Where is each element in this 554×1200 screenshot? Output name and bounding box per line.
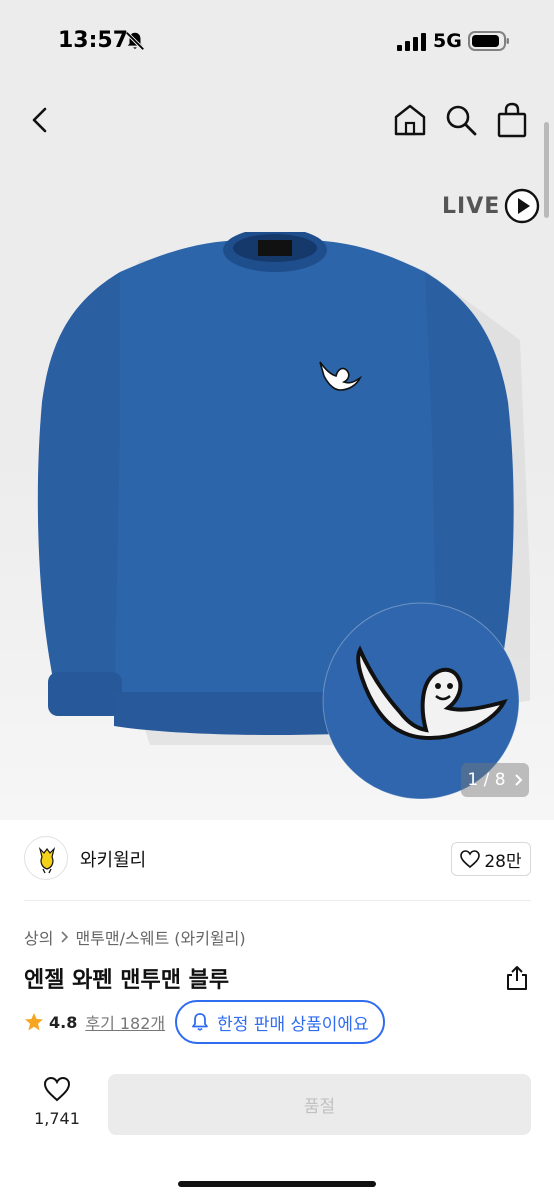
chevron-right-icon	[61, 931, 69, 943]
brand-like-button[interactable]: 28만	[451, 842, 531, 876]
home-indicator[interactable]	[178, 1181, 376, 1187]
product-title: 엔젤 와펜 맨투맨 블루	[24, 968, 230, 993]
wishlist-button[interactable]: 1,741	[28, 1076, 86, 1134]
scrollbar[interactable]	[544, 122, 549, 218]
brand-like-count: 28만	[484, 851, 522, 872]
home-icon[interactable]	[392, 102, 428, 138]
gallery-page-indicator[interactable]: 1 / 8	[461, 763, 529, 797]
reviews-link[interactable]: 후기 182개	[85, 1010, 165, 1034]
heart-outline-icon	[43, 1076, 71, 1102]
live-badge[interactable]: LIVE	[442, 186, 540, 226]
back-chevron-icon[interactable]	[24, 102, 58, 138]
breadcrumb: 상의 맨투맨/스웨트 (와키윌리)	[24, 925, 246, 949]
network-type: 5G	[433, 30, 462, 52]
wish-count: 1,741	[34, 1109, 80, 1128]
live-label: LIVE	[442, 193, 501, 219]
bell-icon	[192, 1013, 209, 1031]
brand-row: 와키윌리 28만	[0, 836, 554, 886]
battery-icon	[468, 31, 509, 51]
search-icon[interactable]	[443, 102, 479, 138]
heart-outline-icon	[460, 850, 481, 868]
star-icon	[25, 1013, 43, 1031]
wacky-willy-logo	[38, 847, 56, 874]
brand-logo[interactable]	[24, 836, 68, 880]
status-bar: 13:57 5G	[0, 0, 554, 80]
product-image-gallery[interactable]: 13:57 5G LIVE 1 / 8	[0, 0, 554, 820]
bell-slash-icon	[125, 31, 145, 51]
rating-row: 4.8 후기 182개 한정 판매 상품이에요	[24, 1000, 385, 1044]
play-circle-icon	[505, 188, 540, 224]
signal-bars-icon	[397, 33, 426, 51]
status-time: 13:57	[58, 28, 129, 53]
breadcrumb-item-subcategory[interactable]: 맨투맨/스웨트 (와키윌리)	[75, 925, 245, 949]
brand-name[interactable]: 와키윌리	[80, 846, 146, 872]
limited-sale-text: 한정 판매 상품이에요	[217, 1014, 369, 1035]
shopping-bag-icon[interactable]	[494, 101, 530, 139]
limited-sale-badge[interactable]: 한정 판매 상품이에요	[175, 1000, 385, 1044]
divider	[24, 900, 531, 901]
breadcrumb-item-category[interactable]: 상의	[24, 925, 53, 949]
share-icon[interactable]	[504, 964, 530, 992]
chevron-right-icon	[514, 774, 522, 786]
rating-value: 4.8	[49, 1012, 78, 1032]
page-indicator-text: 1 / 8	[467, 770, 506, 790]
sold-out-button[interactable]: 품절	[108, 1074, 531, 1135]
